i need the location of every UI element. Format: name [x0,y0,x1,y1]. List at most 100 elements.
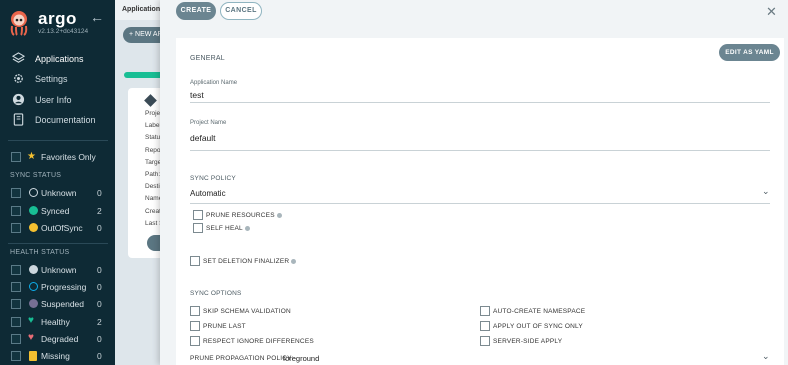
check-circle-icon [29,206,38,215]
skip-schema-validation-checkbox[interactable] [190,306,200,316]
filter-count: 0 [97,351,102,361]
app-status-bar [124,72,164,78]
filter-label: Suspended [41,299,85,309]
close-icon[interactable]: ✕ [766,4,777,20]
filter-health-degraded[interactable]: ♥ Degraded 0 [0,332,115,346]
chevron-down-icon[interactable]: ⌄ [762,186,770,197]
filter-checkbox[interactable] [11,334,21,344]
filter-checkbox[interactable] [11,206,21,216]
sidebar-divider [8,243,108,244]
filter-count: 0 [97,188,102,198]
filter-checkbox[interactable] [11,265,21,275]
cancel-button[interactable]: CANCEL [220,2,262,20]
help-icon[interactable] [244,225,250,231]
nav-item-user-info[interactable]: User Info [0,91,115,109]
argo-logo-icon [10,11,28,36]
sync-policy-title: SYNC POLICY [190,175,236,182]
project-name-label: Project Name [190,120,227,126]
create-button[interactable]: CREATE [176,2,216,20]
project-name-field[interactable]: default [190,133,216,143]
gear-icon [14,74,23,83]
filter-count: 2 [97,206,102,216]
server-side-apply-checkbox[interactable] [480,336,490,346]
layers-icon [12,52,25,63]
breadcrumb[interactable]: Applications [122,6,164,13]
filter-health-progressing[interactable]: Progressing 0 [0,280,115,294]
deletion-finalizer-label: SET DELETION FINALIZER [203,258,290,265]
self-heal-option: SELF HEAL [206,225,250,232]
filter-label: OutOfSync [41,223,83,233]
nav-item-applications[interactable]: Applications [0,50,115,68]
sync-policy-select[interactable]: Automatic [190,189,226,198]
favorites-only-filter[interactable]: ★ Favorites Only [0,150,115,164]
sidebar: argo v2.13.2+dc43124 ← Applications Sett… [0,0,115,365]
broken-heart-icon: ♥ [28,332,34,343]
filter-label: Progressing [41,282,87,292]
filter-health-missing[interactable]: Missing 0 [0,349,115,363]
filter-checkbox[interactable] [11,223,21,233]
app-name-label: Application Name [190,80,238,86]
filter-sync-synced[interactable]: Synced 2 [0,204,115,218]
health-status-title: HEALTH STATUS [10,249,70,256]
apply-out-of-sync-only-label: APPLY OUT OF SYNC ONLY [493,323,583,330]
prune-resources-label: PRUNE RESOURCES [206,212,275,219]
respect-ignore-differences-checkbox[interactable] [190,336,200,346]
question-circle-icon [29,265,38,274]
user-icon [12,93,25,106]
sync-options-title: SYNC OPTIONS [190,290,242,297]
chevron-down-icon[interactable]: ⌄ [762,351,770,362]
prune-propagation-policy-select[interactable]: foreground [283,354,319,363]
prune-propagation-policy-label: PRUNE PROPAGATION POLICY: [190,355,294,362]
filter-health-suspended[interactable]: Suspended 0 [0,297,115,311]
ghost-icon [29,351,37,361]
auto-create-namespace-label: AUTO-CREATE NAMESPACE [493,308,586,315]
pause-circle-icon [29,299,38,308]
app-name-field[interactable]: test [190,90,204,100]
skip-schema-validation-label: SKIP SCHEMA VALIDATION [203,308,291,315]
brand: argo v2.13.2+dc43124 ← [6,6,114,40]
nav-item-label: Documentation [35,115,96,125]
nav-item-label: Applications [35,54,84,64]
apply-out-of-sync-only-checkbox[interactable] [480,321,490,331]
server-side-apply-label: SERVER-SIDE APPLY [493,338,563,345]
filter-label: Synced [41,206,70,216]
filter-health-unknown[interactable]: Unknown 0 [0,263,115,277]
filter-count: 0 [97,223,102,233]
auto-create-namespace-checkbox[interactable] [480,306,490,316]
filter-checkbox[interactable] [11,299,21,309]
filter-checkbox[interactable] [11,282,21,292]
filter-label: Degraded [41,334,79,344]
prune-resources-checkbox[interactable] [193,210,203,220]
spinner-icon [29,282,38,291]
filter-count: 0 [97,265,102,275]
project-name-underline [190,150,770,151]
edit-as-yaml-button[interactable]: EDIT AS YAML [719,44,780,61]
nav-item-label: Settings [35,74,68,84]
filter-checkbox[interactable] [11,317,21,327]
heart-icon: ♥ [28,315,34,326]
filter-health-healthy[interactable]: ♥ Healthy 2 [0,315,115,329]
brand-name: argo [38,9,77,28]
book-icon [13,113,24,126]
favorites-checkbox[interactable] [11,152,21,162]
circle-outline-icon [29,188,38,197]
prune-last-checkbox[interactable] [190,321,200,331]
collapse-sidebar-icon[interactable]: ← [90,9,104,25]
respect-ignore-differences-label: RESPECT IGNORE DIFFERENCES [203,338,314,345]
filter-count: 0 [97,299,102,309]
deletion-finalizer-checkbox[interactable] [190,256,200,266]
filter-sync-unknown[interactable]: Unknown 0 [0,186,115,200]
nav-item-documentation[interactable]: Documentation [0,111,115,129]
help-icon[interactable] [291,258,297,264]
filter-checkbox[interactable] [11,351,21,361]
help-icon[interactable] [276,212,282,218]
filter-sync-outofsync[interactable]: OutOfSync 0 [0,221,115,235]
app-name-underline [190,102,770,103]
self-heal-label: SELF HEAL [206,225,243,232]
nav-item-label: User Info [35,95,72,105]
star-icon: ★ [27,151,36,162]
prune-resources-option: PRUNE RESOURCES [206,212,282,219]
filter-checkbox[interactable] [11,188,21,198]
nav-item-settings[interactable]: Settings [0,70,115,88]
self-heal-checkbox[interactable] [193,223,203,233]
